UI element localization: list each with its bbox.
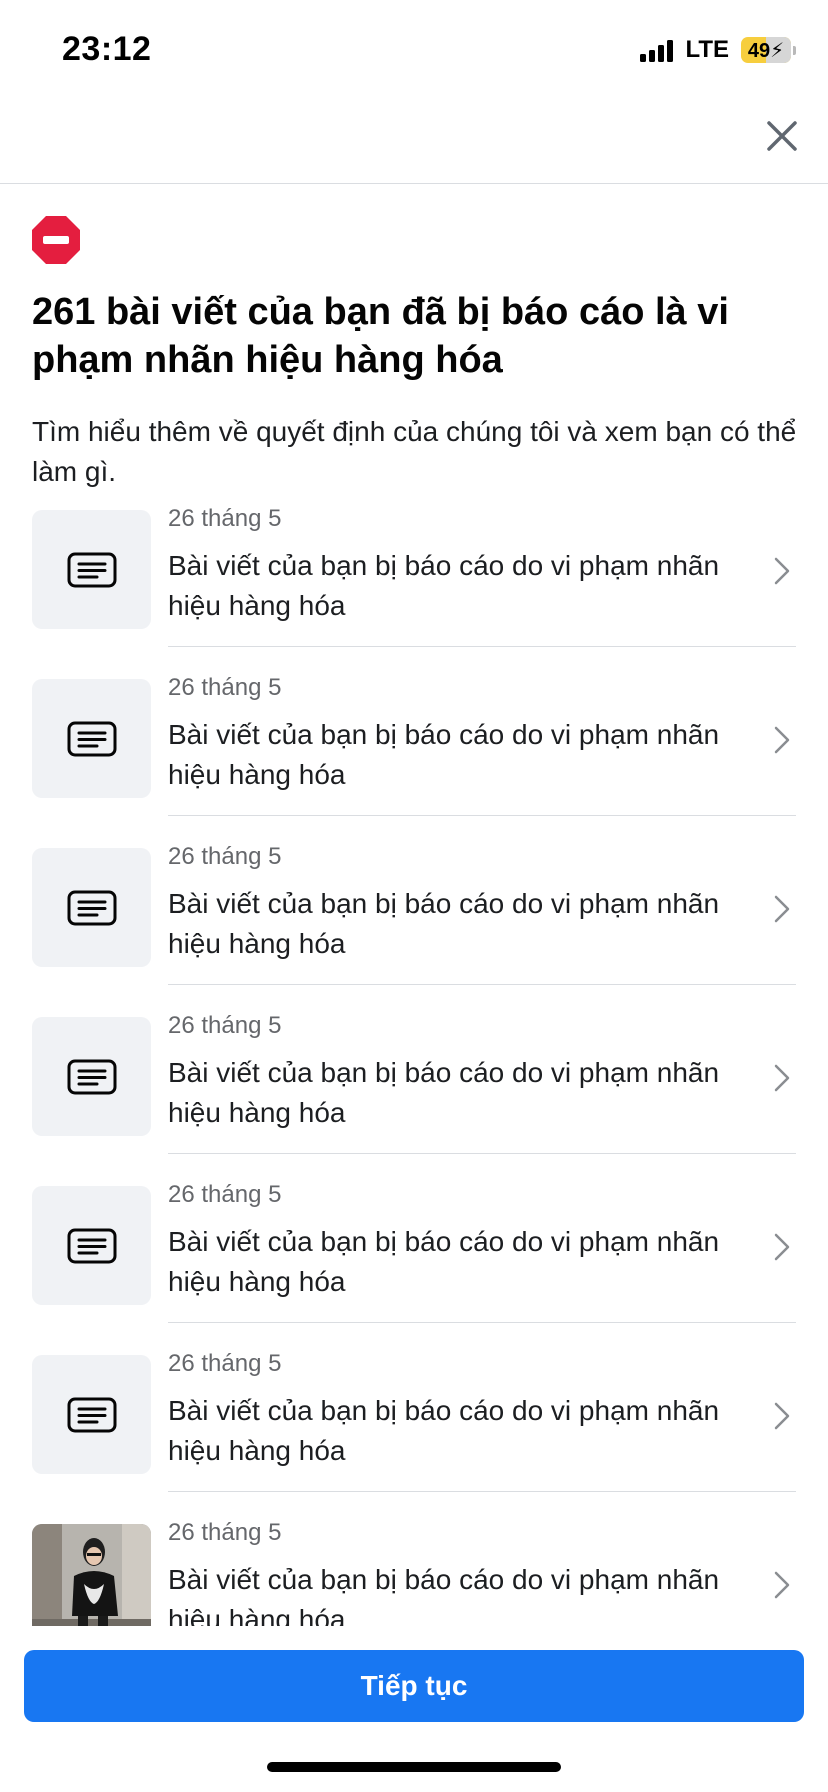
battery-icon: 49⚡ xyxy=(741,37,796,63)
item-description: Bài viết của bạn bị báo cáo do vi phạm n… xyxy=(168,1395,720,1466)
item-description: Bài viết của bạn bị báo cáo do vi phạm n… xyxy=(168,888,720,959)
item-date: 26 tháng 5 xyxy=(168,1350,282,1377)
list-item[interactable]: 26 tháng 5 Bài viết của bạn bị báo cáo d… xyxy=(0,843,828,1017)
divider xyxy=(168,815,796,816)
chevron-right-icon xyxy=(774,557,790,585)
chevron-right-icon xyxy=(774,726,790,754)
status-time: 23:12 xyxy=(62,30,152,68)
divider xyxy=(168,984,796,985)
item-description: Bài viết của bạn bị báo cáo do vi phạm n… xyxy=(168,1226,720,1297)
post-icon xyxy=(67,721,116,756)
divider xyxy=(168,1322,796,1323)
list-item[interactable]: 26 tháng 5 Bài viết của bạn bị báo cáo d… xyxy=(0,1181,828,1355)
item-description: Bài viết của bạn bị báo cáo do vi phạm n… xyxy=(168,1057,720,1128)
chevron-right-icon xyxy=(774,1402,790,1430)
item-date: 26 tháng 5 xyxy=(168,843,282,870)
status-indicators: LTE 49⚡ xyxy=(640,36,796,64)
stop-icon xyxy=(32,216,80,264)
page-subtitle: Tìm hiểu thêm về quyết định của chúng tô… xyxy=(32,416,797,487)
photo-thumbnail-image xyxy=(32,1524,151,1626)
divider xyxy=(168,1153,796,1154)
post-icon xyxy=(67,1228,116,1263)
post-thumbnail xyxy=(32,1355,151,1474)
post-thumbnail xyxy=(32,1017,151,1136)
item-date: 26 tháng 5 xyxy=(168,1519,282,1546)
battery-level: 49⚡ xyxy=(747,39,785,62)
home-indicator[interactable] xyxy=(267,1762,561,1772)
list-item[interactable]: 26 tháng 5 Bài viết của bạn bị báo cáo d… xyxy=(0,1012,828,1186)
divider xyxy=(168,1491,796,1492)
post-icon xyxy=(67,1397,116,1432)
close-button[interactable] xyxy=(760,114,804,158)
cellular-signal-icon xyxy=(640,38,674,62)
item-date: 26 tháng 5 xyxy=(168,674,282,701)
network-type: LTE xyxy=(685,36,729,63)
content-scroll-area[interactable]: 261 bài viết của bạn đã bị báo cáo là vi… xyxy=(0,184,828,1626)
post-icon xyxy=(67,890,116,925)
item-date: 26 tháng 5 xyxy=(168,1012,282,1039)
header xyxy=(0,100,828,184)
close-icon xyxy=(767,121,797,151)
list-item[interactable]: 26 tháng 5 Bài viết của bạn bị báo cáo d… xyxy=(0,1350,828,1524)
item-description: Bài viết của bạn bị báo cáo do vi phạm n… xyxy=(168,550,720,621)
item-date: 26 tháng 5 xyxy=(168,1181,282,1208)
chevron-right-icon xyxy=(774,1571,790,1599)
list-item[interactable]: 26 tháng 5 Bài viết của bạn bị báo cáo d… xyxy=(0,674,828,848)
item-description: Bài viết của bạn bị báo cáo do vi phạm n… xyxy=(168,719,720,790)
chevron-right-icon xyxy=(774,895,790,923)
continue-button[interactable]: Tiếp tục xyxy=(24,1650,804,1722)
post-icon xyxy=(67,552,116,587)
post-thumbnail xyxy=(32,679,151,798)
item-description: Bài viết của bạn bị báo cáo do vi phạm n… xyxy=(168,1564,720,1626)
post-thumbnail xyxy=(32,510,151,629)
report-list: 26 tháng 5 Bài viết của bạn bị báo cáo d… xyxy=(0,505,828,1626)
list-item[interactable]: 26 tháng 5 Bài viết của bạn bị báo cáo d… xyxy=(0,505,828,679)
item-date: 26 tháng 5 xyxy=(168,505,282,532)
chevron-right-icon xyxy=(774,1064,790,1092)
post-icon xyxy=(67,1059,116,1094)
chevron-right-icon xyxy=(774,1233,790,1261)
page-title: 261 bài viết của bạn đã bị báo cáo là vi… xyxy=(32,291,729,381)
post-photo-thumbnail xyxy=(32,1524,151,1626)
list-item[interactable]: 26 tháng 5 Bài viết của bạn bị báo cáo d… xyxy=(0,1519,828,1626)
divider xyxy=(168,646,796,647)
post-thumbnail xyxy=(32,1186,151,1305)
screen: 23:12 LTE 49⚡ 261 bài viết của bạn đã bị… xyxy=(0,0,828,1792)
status-bar: 23:12 LTE 49⚡ xyxy=(0,0,828,100)
post-thumbnail xyxy=(32,848,151,967)
